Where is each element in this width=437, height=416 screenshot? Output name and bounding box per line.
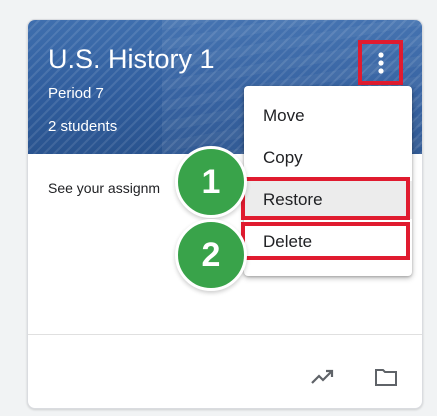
- card-body-text: See your assignm: [48, 180, 161, 196]
- restore-highlight: [241, 177, 410, 220]
- footer-divider: [28, 334, 422, 335]
- trending-up-icon[interactable]: [310, 366, 336, 388]
- step-badge-2: 2: [175, 219, 247, 291]
- menu-item-label: Copy: [263, 148, 303, 167]
- menu-item-label: Move: [263, 106, 305, 125]
- menu-item-copy[interactable]: Copy: [244, 139, 412, 177]
- menu-item-move[interactable]: Move: [244, 97, 412, 135]
- folder-icon[interactable]: [373, 366, 399, 388]
- more-vert-icon: [377, 51, 384, 74]
- delete-highlight: [241, 222, 410, 260]
- more-options-button[interactable]: [358, 40, 403, 85]
- student-count: 2 students: [48, 118, 118, 135]
- course-section: Period 7: [48, 85, 104, 102]
- step-badge-1: 1: [175, 146, 247, 218]
- course-title[interactable]: U.S. History 1: [48, 44, 215, 75]
